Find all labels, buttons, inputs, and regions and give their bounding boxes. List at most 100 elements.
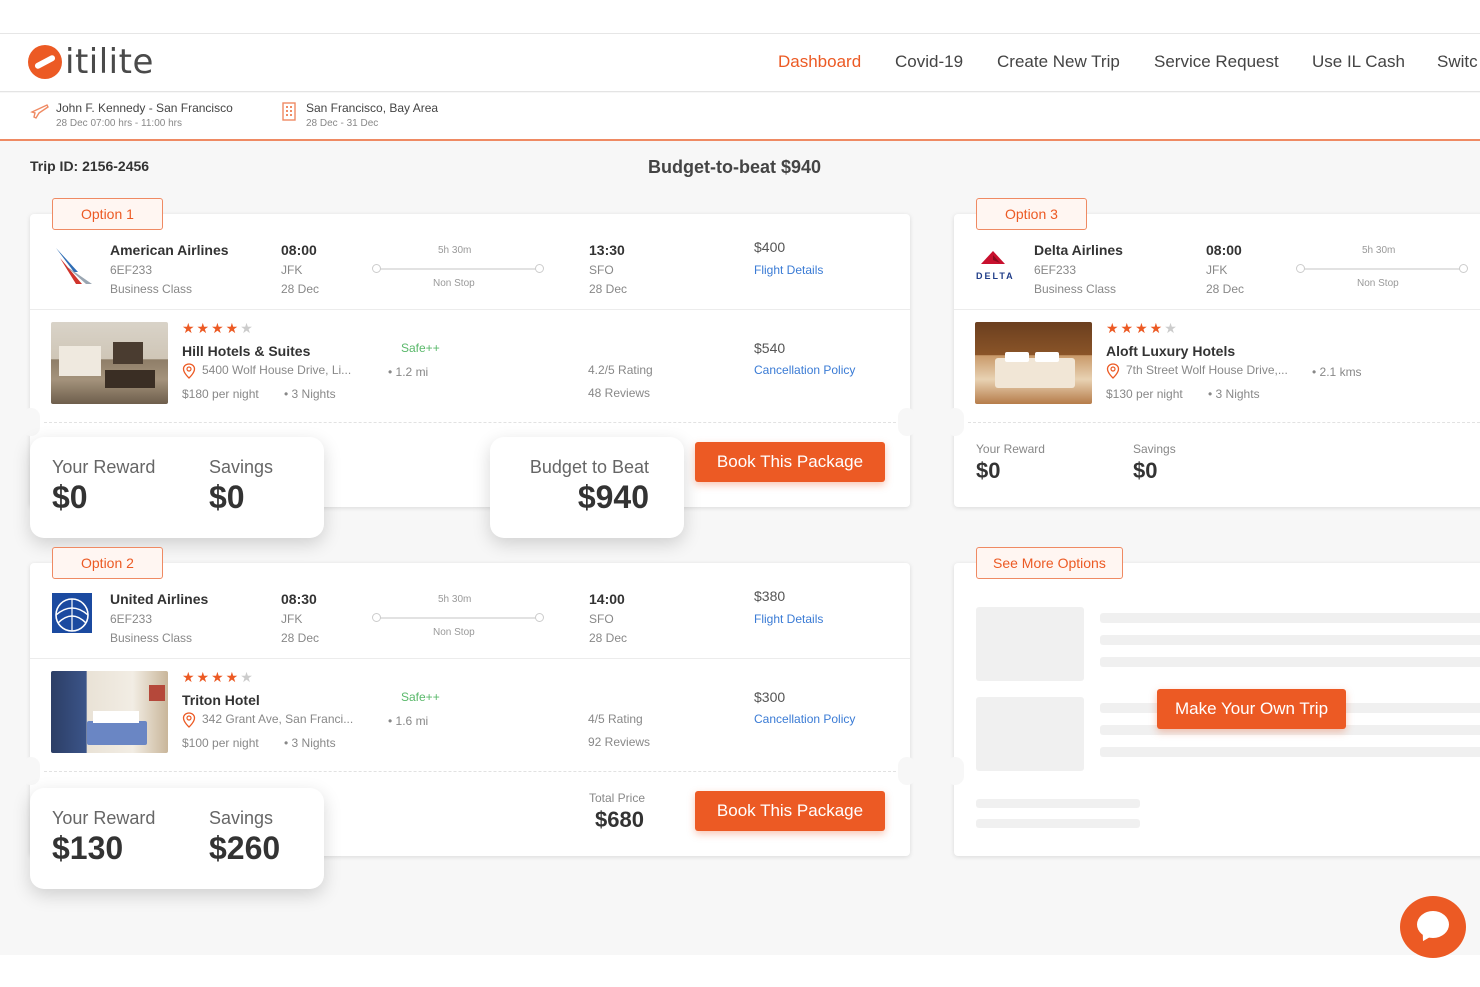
placeholder-line bbox=[1100, 747, 1480, 757]
placeholder-line bbox=[976, 819, 1140, 828]
hotel-per-night: $100 per night bbox=[182, 736, 259, 750]
departure-airport: JFK bbox=[1206, 263, 1228, 277]
total-price-label: Total Price bbox=[589, 791, 646, 805]
hotel-distance: • 1.6 mi bbox=[388, 714, 429, 728]
option-2-tag: Option 2 bbox=[52, 547, 163, 579]
placeholder-line bbox=[1100, 613, 1480, 623]
location-pin-icon bbox=[182, 712, 196, 728]
flight-stops: Non Stop bbox=[1357, 278, 1399, 289]
flight-route-line bbox=[378, 617, 542, 619]
hotel-per-night: $130 per night bbox=[1106, 387, 1183, 401]
flight-duration: 5h 30m bbox=[438, 245, 472, 256]
logo-plane-icon bbox=[28, 45, 62, 79]
option-3-tag: Option 3 bbox=[976, 198, 1087, 230]
hotel-star-rating: ★★★★★ bbox=[182, 320, 255, 336]
nav-service-request[interactable]: Service Request bbox=[1154, 52, 1279, 72]
cancellation-policy-link[interactable]: Cancellation Policy bbox=[754, 363, 855, 377]
trip-flight-summary: John F. Kennedy - San Francisco 28 Dec 0… bbox=[30, 101, 233, 129]
savings-value: $0 bbox=[1133, 458, 1158, 483]
hotel-name: Aloft Luxury Hotels bbox=[1106, 343, 1236, 359]
savings-label: Savings bbox=[209, 808, 274, 828]
route-end-dot bbox=[1459, 264, 1468, 273]
departure-time: 08:00 bbox=[1206, 242, 1242, 258]
dashed-divider bbox=[44, 771, 896, 772]
hotel-price: $300 bbox=[754, 689, 786, 705]
route-start-dot bbox=[372, 264, 381, 273]
see-more-options-button[interactable]: See More Options bbox=[976, 547, 1123, 579]
hotel-per-night: $180 per night bbox=[182, 387, 259, 401]
arrival-time: 14:00 bbox=[589, 591, 625, 607]
cabin-class: Business Class bbox=[110, 282, 193, 296]
cabin-class: Business Class bbox=[1034, 282, 1117, 296]
chat-button[interactable] bbox=[1400, 896, 1466, 958]
nav-create-new-trip[interactable]: Create New Trip bbox=[997, 52, 1120, 72]
trip-hotel-summary: San Francisco, Bay Area 28 Dec - 31 Dec bbox=[280, 101, 438, 129]
hotel-distance: • 1.2 mi bbox=[388, 365, 429, 379]
book-package-button[interactable]: Book This Package bbox=[695, 791, 885, 831]
nav-switch[interactable]: Switc bbox=[1437, 52, 1478, 72]
hotel-rating: 4/5 Rating bbox=[588, 712, 643, 726]
reward-value: $0 bbox=[52, 479, 88, 515]
placeholder-image bbox=[976, 697, 1084, 771]
hotel-star-rating: ★★★★★ bbox=[182, 669, 255, 685]
nav-dashboard[interactable]: Dashboard bbox=[778, 52, 861, 72]
budget-to-beat-card: Budget to Beat $940 bbox=[490, 437, 684, 538]
option-1-tag: Option 1 bbox=[52, 198, 163, 230]
plane-icon bbox=[30, 101, 50, 121]
dashed-divider bbox=[968, 422, 1480, 423]
departure-date: 28 Dec bbox=[281, 631, 320, 645]
flight-details-link[interactable]: Flight Details bbox=[754, 263, 823, 277]
flight-details-link[interactable]: Flight Details bbox=[754, 612, 823, 626]
make-your-own-trip-button[interactable]: Make Your Own Trip bbox=[1157, 689, 1346, 729]
route-start-dot bbox=[372, 613, 381, 622]
card-notch-right bbox=[898, 757, 916, 785]
card-notch-left bbox=[946, 408, 964, 436]
budget-to-beat-label: Budget to Beat bbox=[529, 457, 649, 477]
flight-price: $400 bbox=[754, 239, 786, 255]
hotel-photo[interactable] bbox=[51, 322, 168, 404]
delta-logo-text: DELTA bbox=[976, 271, 1015, 281]
arrival-time: 13:30 bbox=[589, 242, 625, 258]
hotel-photo[interactable] bbox=[975, 322, 1092, 404]
nav-covid-19[interactable]: Covid-19 bbox=[895, 52, 963, 72]
flight-stops: Non Stop bbox=[433, 278, 475, 289]
nav-use-il-cash[interactable]: Use IL Cash bbox=[1312, 52, 1405, 72]
book-package-button[interactable]: Book This Package bbox=[695, 442, 885, 482]
arrival-date: 28 Dec bbox=[589, 631, 628, 645]
departure-date: 28 Dec bbox=[281, 282, 320, 296]
savings-label: Savings bbox=[209, 457, 274, 477]
savings-value: $260 bbox=[209, 830, 281, 866]
logo-text: itilite bbox=[65, 42, 154, 82]
app-page: itilite Dashboard Covid-19 Create New Tr… bbox=[0, 33, 1480, 958]
trip-flight-route: John F. Kennedy - San Francisco bbox=[56, 101, 233, 115]
cancellation-policy-link[interactable]: Cancellation Policy bbox=[754, 712, 855, 726]
flight-code: 6EF233 bbox=[110, 612, 153, 626]
hotel-address: 342 Grant Ave, San Franci... bbox=[202, 712, 354, 726]
flight-duration: 5h 30m bbox=[1362, 245, 1396, 256]
reward-value: $130 bbox=[52, 830, 124, 866]
arrival-airport: SFO bbox=[589, 263, 614, 277]
flight-price: $380 bbox=[754, 588, 786, 604]
hotel-reviews: 92 Reviews bbox=[588, 735, 651, 749]
hotel-nights: • 3 Nights bbox=[284, 736, 336, 750]
savings-value: $0 bbox=[209, 479, 245, 515]
american-airlines-logo-icon bbox=[52, 244, 96, 288]
arrival-airport: SFO bbox=[589, 612, 614, 626]
arrival-date: 28 Dec bbox=[589, 282, 628, 296]
reward-label: Your Reward bbox=[976, 442, 1045, 456]
option-3-card: DELTA Delta Airlines 6EF233 Business Cla… bbox=[954, 214, 1480, 507]
safe-badge: Safe++ bbox=[401, 341, 440, 355]
hotel-name: Hill Hotels & Suites bbox=[182, 343, 311, 359]
budget-to-beat-title: Budget-to-beat $940 bbox=[648, 157, 822, 177]
route-start-dot bbox=[1296, 264, 1305, 273]
placeholder-image bbox=[976, 607, 1084, 681]
reward-savings-card: Your Reward $130 Savings $260 bbox=[30, 788, 324, 889]
itilite-logo[interactable]: itilite bbox=[28, 42, 154, 82]
budget-to-beat-value: $940 bbox=[577, 479, 649, 515]
hotel-rating: 4.2/5 Rating bbox=[588, 363, 653, 377]
card-notch-left bbox=[946, 757, 964, 785]
flight-route-line bbox=[1302, 268, 1462, 270]
row-divider bbox=[30, 658, 910, 659]
reward-label: Your Reward bbox=[52, 808, 156, 828]
hotel-photo[interactable] bbox=[51, 671, 168, 753]
